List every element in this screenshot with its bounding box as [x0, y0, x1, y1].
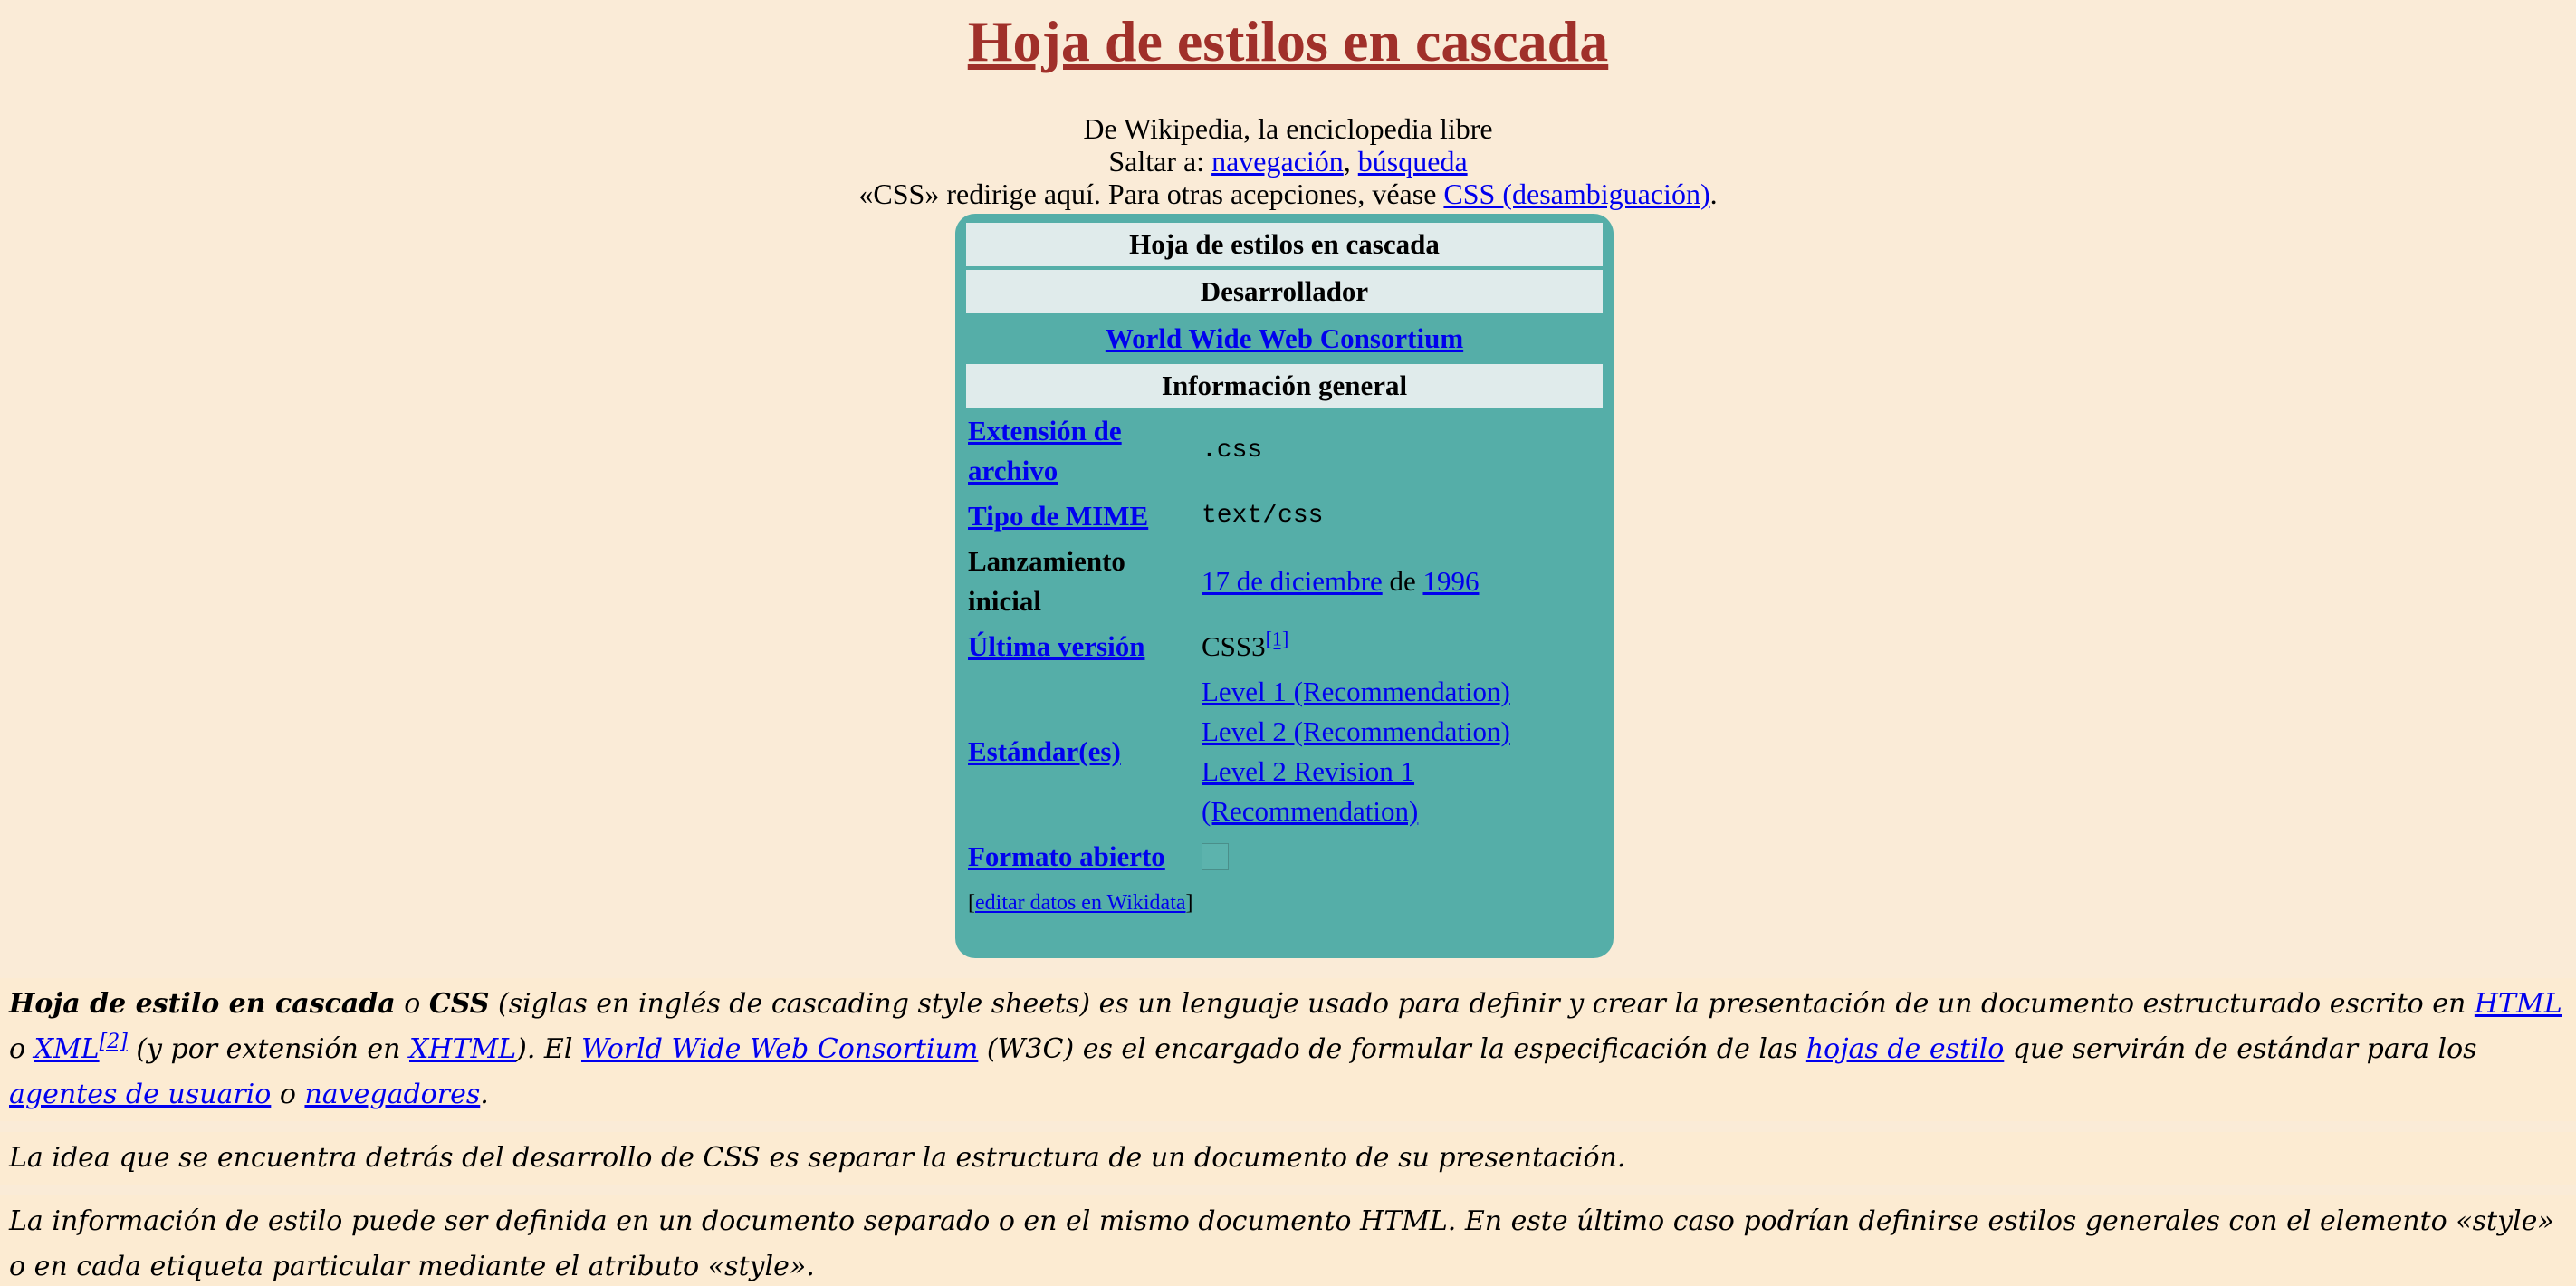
standard-level2rev1-link[interactable]: Level 2 Revision 1 [1202, 752, 1603, 792]
open-format-value [1202, 837, 1603, 877]
release-label: Lanzamiento inicial [968, 545, 1125, 617]
infobox-row-version: Última versión CSS3[1] [966, 627, 1603, 667]
xml-link[interactable]: XML [34, 1033, 100, 1065]
page: Hoja de estilos en cascada De Wikipedia,… [0, 0, 2576, 1286]
jump-prefix: Saltar a: [1108, 145, 1212, 178]
text-span: (y por extensión en [127, 1033, 409, 1065]
intro-block: De Wikipedia, la enciclopedia libre Salt… [0, 112, 2576, 210]
user-agents-link[interactable]: agentes de usuario [9, 1079, 271, 1110]
standards-link[interactable]: Estándar(es) [968, 732, 1121, 772]
version-value-text: CSS3 [1202, 630, 1266, 662]
term-css: CSS [428, 988, 490, 1020]
jump-links: Saltar a: navegación, búsqueda [0, 145, 2576, 178]
extension-value: .css [1202, 411, 1603, 491]
article-body: Hoja de estilo en cascada o CSS (siglas … [0, 978, 2576, 1286]
xhtml-link[interactable]: XHTML [409, 1033, 516, 1065]
open-format-link[interactable]: Formato abierto [968, 837, 1165, 877]
infobox-general-header: Información general [966, 364, 1603, 408]
open-format-label: Formato abierto [966, 837, 1202, 877]
mime-value: text/css [1202, 496, 1603, 536]
redirect-end: . [1709, 178, 1718, 210]
version-ref-link[interactable]: [1] [1266, 628, 1289, 650]
release-value: 17 de diciembre de 1996 [1202, 542, 1603, 621]
wikidata-edit-link[interactable]: editar datos en Wikidata [975, 891, 1186, 915]
article-paragraph-1: Hoja de estilo en cascada o CSS (siglas … [0, 978, 2576, 1121]
version-value: CSS3[1] [1202, 627, 1603, 667]
article-paragraph-3: La información de estilo puede ser defin… [0, 1195, 2576, 1286]
standard-level2-link[interactable]: Level 2 (Recommendation) [1202, 712, 1603, 752]
text-span: que servirán de estándar para los [2004, 1033, 2477, 1065]
jump-search-link[interactable]: búsqueda [1358, 145, 1468, 178]
extension-link[interactable]: Extensión de archivo [968, 411, 1202, 491]
redirect-text: «CSS» redirige aquí. Para otras acepcion… [858, 178, 1444, 210]
open-format-checkbox-icon [1202, 843, 1229, 870]
standards-value: Level 1 (Recommendation) Level 2 (Recomm… [1202, 672, 1603, 831]
standard-level1-link[interactable]: Level 1 (Recommendation) [1202, 672, 1603, 712]
style-sheets-link[interactable]: hojas de estilo [1806, 1033, 2004, 1065]
infobox-row-mime: Tipo de MIME text/css [966, 496, 1603, 536]
text-span: (W3C) es el encargado de formular la esp… [978, 1033, 1806, 1065]
standard-level2rev1-link-cont[interactable]: (Recommendation) [1202, 792, 1603, 831]
browsers-link[interactable]: navegadores [304, 1079, 480, 1110]
mime-label: Tipo de MIME [966, 496, 1202, 536]
jump-navigation-link[interactable]: navegación [1211, 145, 1344, 178]
text-span: o [395, 988, 429, 1020]
infobox-row-standards: Estándar(es) Level 1 (Recommendation) Le… [966, 672, 1603, 831]
release-year-link[interactable]: 1996 [1422, 565, 1479, 597]
ref-2-link[interactable]: [2] [100, 1031, 128, 1053]
text-span: ). El [516, 1033, 581, 1065]
w3c-link[interactable]: World Wide Web Consortium [581, 1033, 978, 1065]
infobox-row-release: Lanzamiento inicial 17 de diciembre de 1… [966, 542, 1603, 621]
text-span: (siglas en inglés de [489, 988, 771, 1020]
text-span: o [271, 1079, 305, 1110]
mime-value-text: text/css [1202, 502, 1324, 530]
version-label: Última versión [966, 627, 1202, 667]
extension-value-text: .css [1202, 437, 1263, 465]
infobox-row-open-format: Formato abierto [966, 837, 1603, 877]
article-paragraph-2: La idea que se encuentra detrás del desa… [0, 1132, 2576, 1185]
wikidata-close-bracket: ] [1185, 891, 1193, 915]
site-subtitle: De Wikipedia, la enciclopedia libre [1083, 112, 1493, 145]
html-link[interactable]: HTML [2475, 988, 2562, 1020]
extension-label: Extensión de archivo [966, 411, 1202, 491]
infobox-title: Hoja de estilos en cascada [966, 223, 1603, 266]
text-span: ) es un lenguaje usado para definir y cr… [1079, 988, 2475, 1020]
release-date-link[interactable]: 17 de diciembre [1202, 565, 1383, 597]
standards-label: Estándar(es) [966, 672, 1202, 831]
disambiguation-link[interactable]: CSS (desambiguación) [1443, 178, 1709, 210]
redirect-note: «CSS» redirige aquí. Para otras acepcion… [0, 178, 2576, 210]
term-english: cascading style sheets [771, 988, 1080, 1020]
jump-separator: , [1343, 145, 1358, 178]
mime-link[interactable]: Tipo de MIME [968, 496, 1148, 536]
page-title: Hoja de estilos en cascada [0, 5, 2576, 78]
version-link[interactable]: Última versión [968, 627, 1144, 667]
infobox: Hoja de estilos en cascada Desarrollador… [955, 214, 1614, 958]
wikidata-edit: [editar datos en Wikidata] [966, 889, 1603, 917]
infobox-row-extension: Extensión de archivo .css [966, 411, 1603, 491]
term-bold: Hoja de estilo en cascada [9, 988, 396, 1020]
text-span: . [480, 1079, 489, 1110]
infobox-developer: World Wide Web Consortium [966, 317, 1603, 360]
text-span: o [9, 1033, 34, 1065]
release-de: de [1382, 565, 1423, 597]
wikidata-open-bracket: [ [968, 891, 975, 915]
infobox-developer-header: Desarrollador [966, 270, 1603, 313]
developer-link[interactable]: World Wide Web Consortium [1106, 322, 1463, 354]
page-title-link[interactable]: Hoja de estilos en cascada [968, 9, 1609, 73]
